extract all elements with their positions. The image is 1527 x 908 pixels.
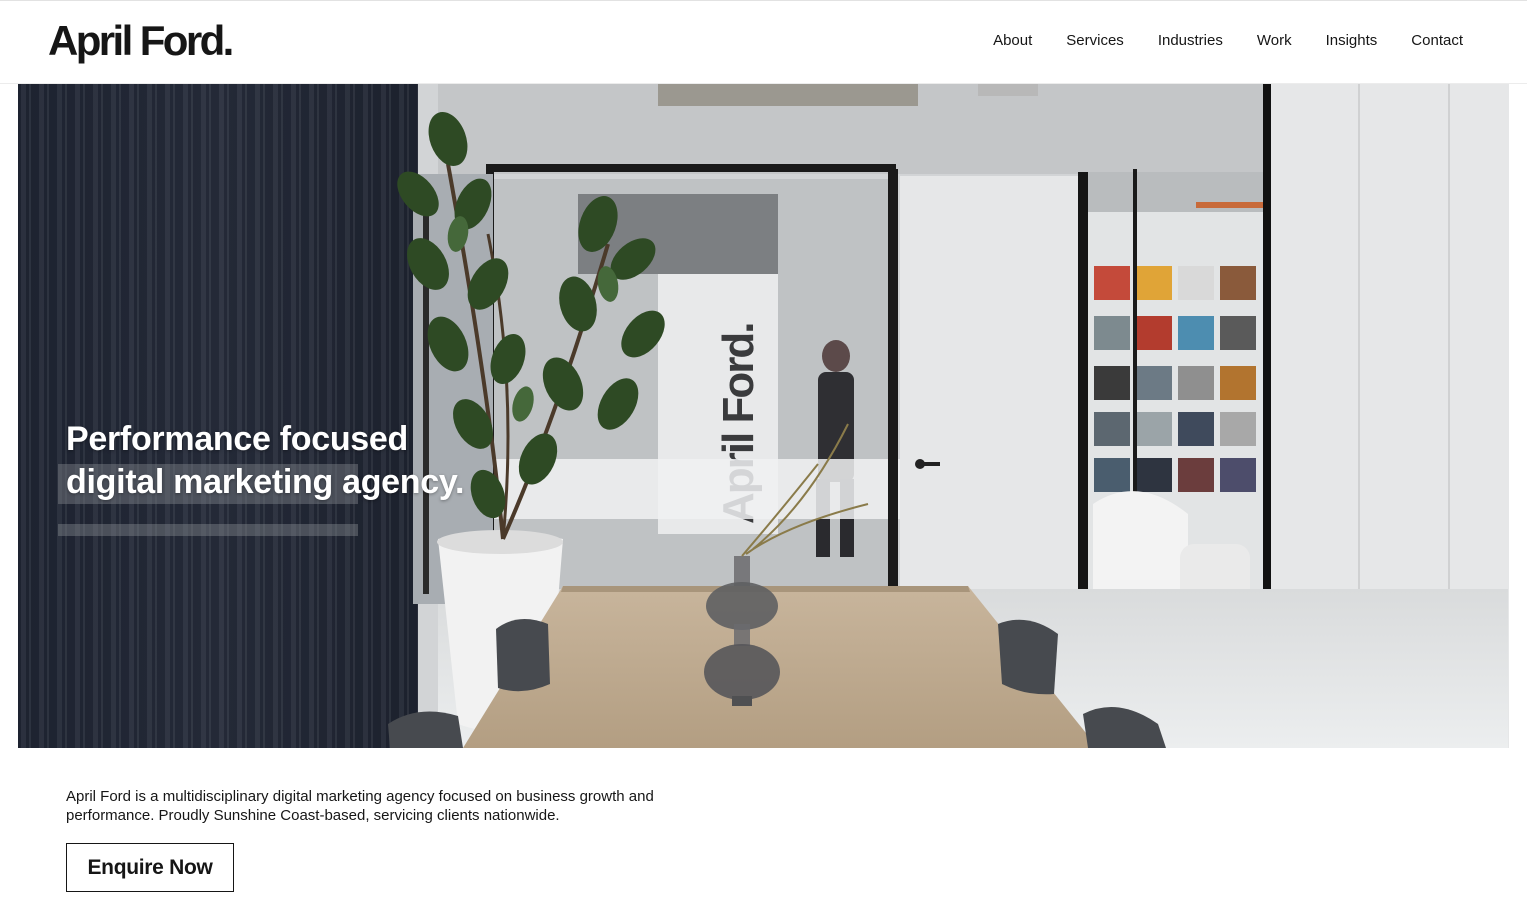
nav-item-contact: Contact — [1411, 29, 1463, 53]
site-header: April Ford. About Services Industries Wo… — [0, 0, 1527, 84]
nav-link-insights[interactable]: Insights — [1326, 32, 1378, 49]
nav-link-about[interactable]: About — [993, 32, 1032, 49]
nav-item-services: Services — [1066, 29, 1124, 53]
logo[interactable]: April Ford. — [48, 15, 234, 67]
main-nav: About Services Industries Work Insights … — [993, 29, 1463, 53]
enquire-now-button[interactable]: Enquire Now — [66, 843, 234, 892]
nav-link-services[interactable]: Services — [1066, 32, 1124, 49]
nav-item-work: Work — [1257, 29, 1292, 53]
hero-heading: Performance focused digital marketing ag… — [66, 418, 464, 504]
nav-link-industries[interactable]: Industries — [1158, 32, 1223, 49]
nav-item-insights: Insights — [1326, 29, 1378, 53]
hero-section: April Ford. Performance focused digital … — [18, 84, 1509, 748]
hero-heading-line-1: Performance focused — [66, 420, 408, 458]
page: April Ford. About Services Industries Wo… — [0, 0, 1527, 908]
nav-link-contact[interactable]: Contact — [1411, 32, 1463, 49]
nav-item-industries: Industries — [1158, 29, 1223, 53]
nav-link-work[interactable]: Work — [1257, 32, 1292, 49]
intro-text: April Ford is a multidisciplinary digita… — [66, 788, 654, 824]
nav-item-about: About — [993, 29, 1032, 53]
hero-image-office-meeting-room: April Ford. — [18, 84, 1509, 748]
hero-heading-line-2: digital marketing agency. — [66, 463, 465, 501]
